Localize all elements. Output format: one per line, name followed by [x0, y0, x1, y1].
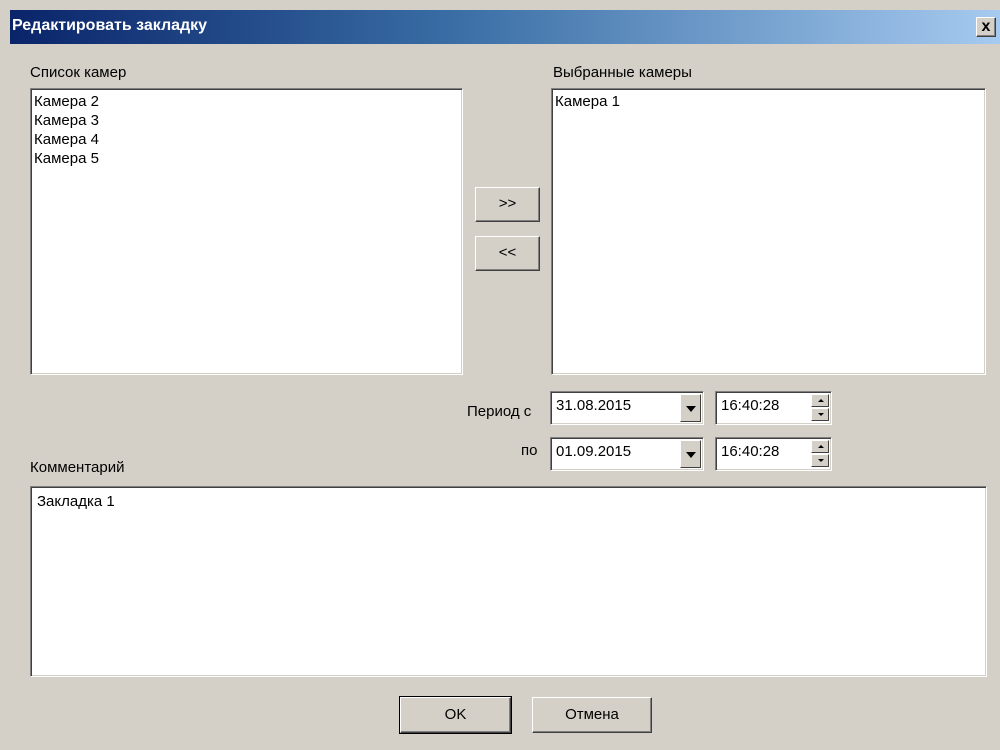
list-item[interactable]: Камера 4 — [34, 130, 459, 149]
list-item[interactable]: Камера 5 — [34, 149, 459, 168]
date-to-combobox[interactable]: 01.09.2015 — [550, 437, 704, 471]
comment-textarea[interactable]: Закладка 1 — [30, 486, 987, 677]
cancel-button[interactable]: Отмена — [532, 697, 652, 733]
list-item[interactable]: Камера 2 — [34, 92, 459, 111]
time-to-up-button[interactable] — [811, 440, 829, 453]
camera-list-label: Список камер — [30, 64, 127, 81]
time-to-down-button[interactable] — [811, 454, 829, 467]
title-bar[interactable]: Редактировать закладку x — [10, 10, 1000, 44]
camera-list[interactable]: Камера 2 Камера 3 Камера 4 Камера 5 — [30, 88, 463, 375]
selected-cameras-list[interactable]: Камера 1 — [551, 88, 986, 375]
ok-button[interactable]: OK — [399, 696, 512, 734]
date-from-combobox[interactable]: 31.08.2015 — [550, 391, 704, 425]
date-from-value: 31.08.2015 — [556, 397, 632, 414]
arrow-down-icon — [818, 459, 824, 462]
arrow-down-icon — [818, 413, 824, 416]
date-from-dropdown-button[interactable] — [680, 394, 701, 422]
time-to-value: 16:40:28 — [721, 443, 780, 460]
selected-cameras-label: Выбранные камеры — [553, 64, 692, 81]
comment-text: Закладка 1 — [37, 493, 115, 510]
time-from-value: 16:40:28 — [721, 397, 780, 414]
close-icon: x — [981, 18, 991, 35]
date-to-value: 01.09.2015 — [556, 443, 632, 460]
period-from-label: Период с — [467, 403, 532, 420]
time-from-down-button[interactable] — [811, 408, 829, 421]
close-button[interactable]: x — [976, 17, 996, 37]
arrow-up-icon — [818, 399, 824, 402]
remove-camera-button[interactable]: << — [475, 236, 540, 271]
edit-bookmark-dialog: Редактировать закладку x Список камер Ка… — [0, 0, 1000, 750]
list-item[interactable]: Камера 3 — [34, 111, 459, 130]
dialog-title: Редактировать закладку — [12, 17, 208, 34]
time-from-up-button[interactable] — [811, 394, 829, 407]
list-item[interactable]: Камера 1 — [555, 92, 982, 111]
chevron-down-icon — [686, 406, 696, 412]
period-to-label: по — [521, 442, 538, 459]
chevron-down-icon — [686, 452, 696, 458]
time-to-field[interactable]: 16:40:28 — [715, 437, 832, 471]
arrow-up-icon — [818, 445, 824, 448]
date-to-dropdown-button[interactable] — [680, 440, 701, 468]
add-camera-button[interactable]: >> — [475, 187, 540, 222]
time-from-field[interactable]: 16:40:28 — [715, 391, 832, 425]
comment-label: Комментарий — [30, 459, 125, 476]
